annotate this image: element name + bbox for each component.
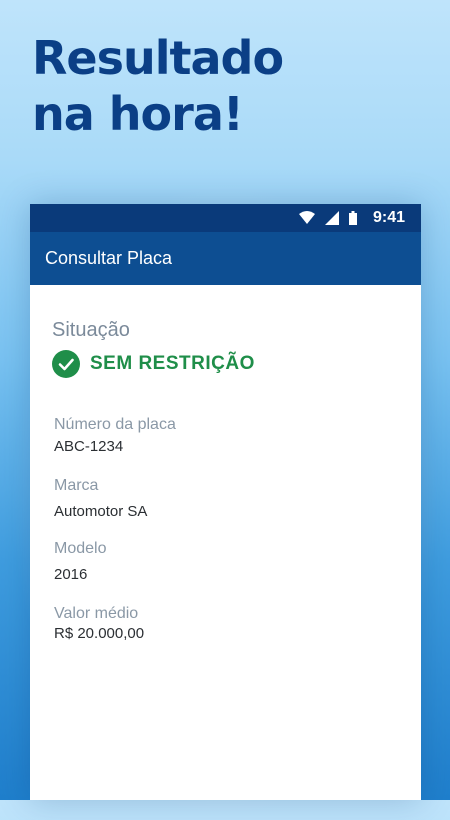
field-value: ABC-1234 [54, 438, 124, 455]
field-label: Número da placa [54, 416, 176, 433]
promo-headline: Resultado na hora! [32, 30, 284, 142]
field-plate-number: Número da placa ABC-1234 [54, 416, 399, 455]
app-bar: Consultar Placa [30, 232, 421, 285]
wifi-icon [298, 211, 315, 225]
field-model: Modelo 2016 [54, 540, 399, 583]
field-value: Automotor SA [54, 503, 148, 520]
field-average-value: Valor médio R$ 20.000,00 [54, 605, 399, 642]
status-row: SEM RESTRIÇÃO [52, 350, 399, 378]
result-content: Situação SEM RESTRIÇÃO Número da placa A… [30, 285, 421, 642]
field-value: R$ 20.000,00 [54, 625, 145, 642]
check-circle-icon [52, 350, 80, 378]
status-time: 9:41 [372, 209, 405, 226]
field-label: Marca [54, 477, 99, 494]
app-bar-title: Consultar Placa [45, 248, 173, 268]
status-text: SEM RESTRIÇÃO [90, 353, 255, 374]
situacao-label: Situação [52, 319, 130, 341]
status-bar: 9:41 [30, 204, 421, 232]
field-label: Valor médio [54, 605, 139, 622]
field-value: 2016 [54, 566, 88, 583]
battery-icon [348, 211, 357, 225]
phone-screen: 9:41 Consultar Placa Situação SEM RESTRI… [30, 204, 421, 800]
headline-line-1: Resultado [32, 31, 284, 85]
field-brand: Marca Automotor SA [54, 477, 399, 520]
cell-signal-icon [324, 211, 339, 225]
field-label: Modelo [54, 540, 107, 557]
headline-line-2: na hora! [32, 87, 244, 141]
